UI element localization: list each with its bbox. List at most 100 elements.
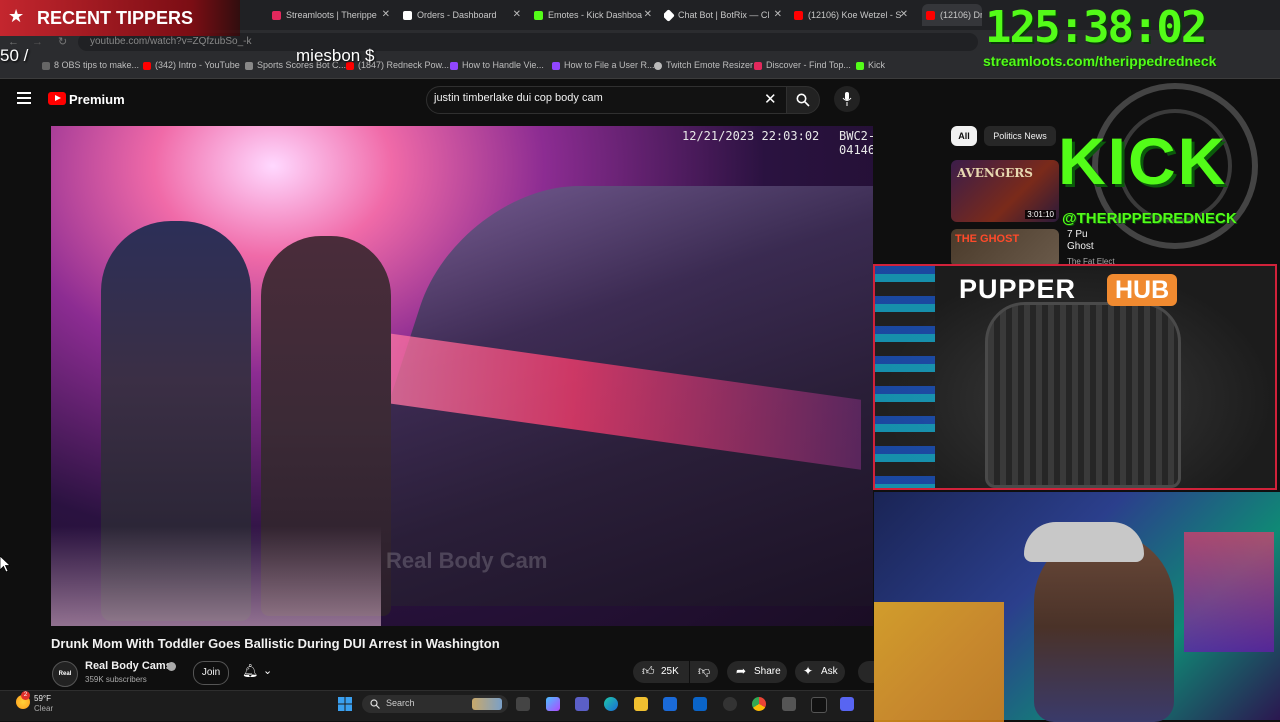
chevron-down-icon[interactable]: ⌄: [263, 664, 272, 677]
tab-botrix[interactable]: Chat Bot | BotRix — Cl ✕: [664, 4, 782, 26]
tab-active-drunk[interactable]: (12106) Drunk: [922, 4, 982, 26]
recommendation-thumbnail[interactable]: THE GHOST: [951, 229, 1059, 267]
weather-desc: Clear: [34, 704, 54, 713]
youtube-logo-icon[interactable]: [48, 92, 66, 105]
terminal-icon[interactable]: [811, 697, 827, 713]
recommendation-thumbnail[interactable]: AVENGERS 3:01:10: [951, 160, 1059, 222]
thumbs-up-icon: 👍︎: [642, 664, 655, 678]
cap-shape: [1024, 522, 1144, 562]
video-player[interactable]: 12/21/2023 22:03:02 BWC2-041464 Real Bod…: [51, 126, 873, 626]
verified-icon: [167, 662, 176, 671]
bodycam-id: BWC2-041464: [839, 129, 873, 157]
page-icon: [403, 11, 412, 21]
menu-icon[interactable]: [17, 92, 31, 104]
subscriber-count: 359K subscribers: [85, 675, 147, 684]
search-icon: [796, 93, 810, 107]
neon-sign: [1184, 532, 1274, 652]
save-button[interactable]: [858, 661, 874, 683]
kick-icon: [534, 11, 543, 21]
bookmark-handle-viewers[interactable]: How to Handle Vie...: [450, 60, 544, 70]
edge-icon[interactable]: [604, 697, 618, 711]
star-icon: ★: [8, 6, 25, 26]
botrix-icon: [664, 9, 675, 22]
copilot-icon[interactable]: [546, 697, 560, 711]
sparkle-icon: ✦: [803, 664, 814, 678]
thumbnail-text: AVENGERS: [957, 166, 1033, 180]
bookmark-kick[interactable]: Kick: [856, 60, 885, 70]
windows-start-icon[interactable]: [338, 697, 352, 711]
bookmark-emote-resizer[interactable]: Twitch Emote Resizer: [654, 60, 753, 70]
reload-icon[interactable]: ↻: [58, 35, 67, 48]
chip-politics-news[interactable]: Politics News: [984, 126, 1056, 146]
kick-overlay: KICK @THERIPPEDREDNECK: [1058, 128, 1280, 248]
twitch-icon: [552, 61, 560, 70]
youtube-icon: [794, 11, 803, 21]
globe-icon: [654, 61, 662, 70]
tab-emotes[interactable]: Emotes - Kick Dashboa ✕: [534, 4, 652, 26]
tab-label: Emotes - Kick Dashboa: [548, 10, 643, 20]
clear-search-icon[interactable]: ✕: [764, 90, 777, 108]
channel-name[interactable]: Real Body Cams: [85, 660, 172, 672]
chip-all[interactable]: All: [951, 126, 977, 146]
cursor-icon: [0, 556, 10, 572]
bodycam-timestamp: 12/21/2023 22:03:02: [682, 129, 820, 143]
bell-icon[interactable]: 🔔︎: [242, 663, 259, 679]
ask-label: Ask: [821, 666, 838, 677]
channel-avatar[interactable]: Real: [52, 661, 78, 687]
search-query: justin timberlake dui cop body cam: [434, 92, 603, 104]
share-label: Share: [754, 666, 781, 677]
ask-button[interactable]: ✦ Ask: [795, 661, 845, 683]
led-lights: [875, 266, 935, 488]
page-icon: [42, 61, 50, 70]
bookmark-file-report[interactable]: How to File a User R...: [552, 60, 655, 70]
taskbar-search-label: Search: [386, 698, 415, 708]
voice-search-button[interactable]: [834, 86, 860, 112]
streamer-webcam: [874, 492, 1280, 722]
thumbs-down-icon: 👎︎: [698, 664, 711, 678]
bookmark-label: How to Handle Vie...: [462, 60, 544, 70]
obs-icon[interactable]: [723, 697, 737, 711]
tab-koe-wetzel[interactable]: (12106) Koe Wetzel - S ✕: [794, 4, 908, 26]
like-count: 25K: [661, 666, 679, 677]
discord-icon[interactable]: [840, 697, 854, 711]
app-icon[interactable]: [782, 697, 796, 711]
bookmark-label: Discover - Find Top...: [766, 60, 851, 70]
search-button[interactable]: [786, 86, 820, 114]
bookmark-obs-tips[interactable]: 8 OBS tips to make...: [42, 60, 139, 70]
page-icon: [245, 61, 253, 70]
forward-icon[interactable]: →: [32, 36, 43, 48]
outlook-icon[interactable]: [693, 697, 707, 711]
file-explorer-icon[interactable]: [634, 697, 648, 711]
share-icon: ➦: [736, 664, 747, 678]
store-icon[interactable]: [663, 697, 677, 711]
task-view-icon[interactable]: [516, 697, 530, 711]
chrome-icon[interactable]: [752, 697, 766, 711]
tab-label: Chat Bot | BotRix — Cl: [678, 10, 770, 20]
tab-streamloots[interactable]: Streamloots | Therippe ✕: [272, 4, 390, 26]
recent-tippers-banner: ★ RECENT TIPPERS: [0, 0, 240, 36]
tab-orders[interactable]: Orders - Dashboard ✕: [403, 4, 521, 26]
poster-shape: [874, 602, 1004, 722]
bookmark-label: 8 OBS tips to make...: [54, 60, 140, 70]
snow-ground: [51, 526, 381, 626]
dislike-button[interactable]: 👎︎: [690, 661, 718, 683]
close-icon[interactable]: ✕: [382, 4, 390, 26]
share-button[interactable]: ➦ Share: [727, 661, 787, 683]
bookmark-discover[interactable]: Discover - Find Top...: [754, 60, 851, 70]
youtube-premium-label: Premium: [69, 92, 125, 107]
close-icon[interactable]: ✕: [513, 4, 521, 26]
discover-icon: [754, 61, 762, 70]
kick-handle: @THERIPPEDREDNECK: [1062, 210, 1237, 227]
like-button[interactable]: 👍︎ 25K: [633, 661, 689, 683]
bookmark-label: How to File a User R...: [564, 60, 655, 70]
subathon-timer: 125:38:02 streamloots.com/therippedredne…: [975, 2, 1280, 72]
bookmark-intro-youtube[interactable]: (342) Intro - YouTube: [143, 60, 240, 70]
close-icon[interactable]: ✕: [900, 4, 908, 26]
close-icon[interactable]: ✕: [644, 4, 652, 26]
join-button[interactable]: Join: [193, 661, 229, 685]
teams-icon[interactable]: [575, 697, 589, 711]
taskbar-search-box[interactable]: Search: [362, 695, 508, 713]
weather-temp: 59°F: [34, 694, 51, 703]
search-highlight-icon: [472, 698, 502, 710]
close-icon[interactable]: ✕: [774, 4, 782, 26]
